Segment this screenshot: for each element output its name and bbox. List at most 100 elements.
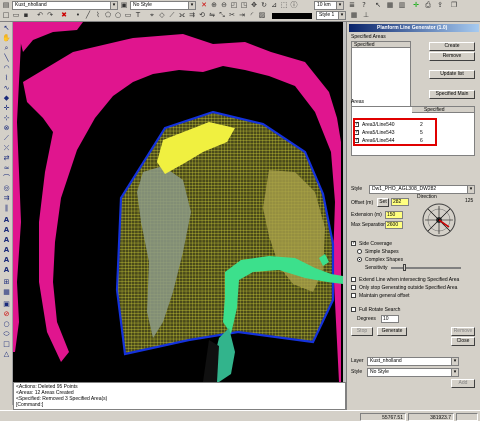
set-button[interactable]: Set [377, 198, 389, 207]
chevron-down-icon[interactable]: ▾ [451, 369, 458, 376]
offset-icon[interactable]: ⇉ [188, 11, 196, 19]
text-a2-icon[interactable]: A [2, 226, 11, 235]
reverse-icon[interactable]: ⇄ [2, 154, 11, 163]
measure-icon[interactable]: ⊿ [270, 1, 278, 9]
style-icon[interactable]: ▣ [120, 1, 128, 9]
point-icon[interactable]: • [74, 11, 82, 19]
chevron-down-icon[interactable]: ▾ [451, 358, 458, 365]
parallel-icon[interactable]: ∥ [2, 204, 11, 213]
sensitivity-thumb[interactable] [403, 264, 406, 271]
text-icon[interactable]: T [134, 11, 142, 19]
chevron-down-icon[interactable]: ▾ [188, 2, 195, 9]
zoom-in-icon[interactable]: ⊕ [210, 1, 218, 9]
join-icon[interactable]: ⟗ [178, 11, 186, 19]
buffer-icon[interactable]: ◎ [2, 184, 11, 193]
add-button[interactable]: Add [451, 379, 475, 388]
draw-curve-icon[interactable]: ∿ [2, 84, 11, 93]
generalize-icon[interactable]: ⌒ [2, 174, 11, 183]
arrow-icon[interactable]: ↖ [374, 1, 382, 9]
ortho-icon[interactable]: ⊥ [362, 11, 370, 19]
extend-icon[interactable]: ⇥ [238, 11, 246, 19]
simple-shapes-radio[interactable] [357, 249, 362, 254]
undo-icon[interactable]: ↶ [36, 11, 44, 19]
mirror-icon[interactable]: ⇋ [208, 11, 216, 19]
create-button[interactable]: Create [429, 42, 475, 51]
extension-field[interactable]: 150 [385, 211, 403, 219]
save-icon[interactable]: ▪ [22, 11, 30, 19]
chevron-down-icon[interactable]: ▾ [110, 2, 117, 9]
planform-style-combo[interactable]: Dw1_PHO_AGL308_DW282 ▾ [369, 185, 475, 194]
fillet-icon[interactable]: ◜ [248, 11, 256, 19]
split-icon[interactable]: ⟋ [168, 11, 176, 19]
text-a3-icon[interactable]: A [2, 236, 11, 245]
redo-icon[interactable]: ↷ [46, 11, 54, 19]
move-icon[interactable]: ✛ [412, 1, 420, 9]
zoom-out-icon[interactable]: ⊖ [220, 1, 228, 9]
cut-icon[interactable]: ✕ [200, 1, 208, 9]
grid-toggle-icon[interactable]: ▦ [350, 11, 358, 19]
text-a-icon[interactable]: A [2, 216, 11, 225]
rectangle-icon[interactable]: ▭ [124, 11, 132, 19]
select-icon[interactable]: ⬚ [280, 1, 288, 9]
snap-icon[interactable]: ⌖ [148, 11, 156, 19]
delete-icon[interactable]: ✖ [60, 11, 68, 19]
remove-button[interactable]: Remove [429, 52, 475, 61]
open-icon[interactable]: ▭ [12, 11, 20, 19]
maintain-offset-checkbox[interactable] [351, 293, 356, 298]
full-rotate-checkbox[interactable] [351, 307, 356, 312]
stop-icon[interactable]: ⊘ [2, 310, 11, 319]
chevron-down-icon[interactable]: ▾ [338, 12, 345, 19]
layer-combo[interactable]: Kust_nholland ▾ [12, 1, 118, 10]
help-icon[interactable]: ? [360, 1, 368, 9]
output-layer-combo[interactable]: Kust_nholland ▾ [367, 357, 459, 366]
close-button[interactable]: Close [451, 337, 475, 346]
offset-line-icon[interactable]: ⇉ [2, 194, 11, 203]
remove-lines-button[interactable]: Remove [451, 327, 475, 336]
update-list-button[interactable]: Update list [429, 70, 475, 79]
text-a6-icon[interactable]: A [2, 266, 11, 275]
style-combo[interactable]: No Style ▾ [130, 1, 196, 10]
command-prompt[interactable]: [Command:] [16, 402, 343, 408]
hatch-icon[interactable]: ▨ [258, 11, 266, 19]
complex-shapes-radio[interactable] [357, 257, 362, 262]
pointer-icon[interactable]: ↖ [2, 24, 11, 33]
connect-icon[interactable]: ⤫ [2, 144, 11, 153]
specified-main-button[interactable]: Specified Main [429, 90, 475, 99]
zoom-icon[interactable]: ⌕ [2, 44, 11, 53]
text-a4-icon[interactable]: A [2, 246, 11, 255]
edit-node-icon[interactable]: ◆ [2, 94, 11, 103]
compass-dial[interactable] [421, 202, 457, 238]
extend-line-checkbox[interactable] [351, 277, 356, 282]
polygon-icon[interactable]: ⬠ [104, 11, 112, 19]
draw-line-icon[interactable]: ╲ [2, 54, 11, 63]
scale-combo[interactable]: 10 km ▾ [314, 1, 344, 10]
export-icon[interactable]: ⇪ [436, 1, 444, 9]
chevron-down-icon[interactable]: ▾ [336, 2, 343, 9]
smooth-icon[interactable]: ≈ [2, 164, 11, 173]
draw-poly-icon[interactable]: ⌇ [2, 74, 11, 83]
node-icon[interactable]: ◇ [158, 11, 166, 19]
refresh-icon[interactable]: ↻ [260, 1, 268, 9]
new-icon[interactable]: □ [2, 11, 10, 19]
box-icon[interactable]: □ [2, 340, 11, 349]
only-stop-checkbox[interactable] [351, 285, 356, 290]
grid-icon[interactable]: ▦ [386, 1, 394, 9]
offset-field[interactable]: 282 [391, 198, 409, 206]
layer-icon[interactable]: ▤ [2, 1, 10, 9]
pan-hand-icon[interactable]: ✋ [2, 34, 11, 43]
polyline-icon[interactable]: ⌇ [94, 11, 102, 19]
ellipse-icon[interactable]: ⬭ [2, 330, 11, 339]
pan-icon[interactable]: ✥ [250, 1, 258, 9]
copy-icon[interactable]: ❐ [450, 1, 458, 9]
symbol-icon[interactable]: ⊞ [2, 278, 11, 287]
line-style-combo[interactable]: Style 1 ▾ [316, 11, 346, 20]
table-icon[interactable]: ▥ [398, 1, 406, 9]
zoom-extents-icon[interactable]: ◳ [240, 1, 248, 9]
identify-icon[interactable]: ⓘ [290, 1, 298, 9]
insert-node-icon[interactable]: ⊹ [2, 114, 11, 123]
layers-icon[interactable]: ≣ [348, 1, 356, 9]
line-color-swatch[interactable] [272, 13, 312, 19]
sensitivity-slider[interactable] [391, 267, 461, 269]
zoom-window-icon[interactable]: ◰ [230, 1, 238, 9]
trim-icon[interactable]: ✂ [228, 11, 236, 19]
